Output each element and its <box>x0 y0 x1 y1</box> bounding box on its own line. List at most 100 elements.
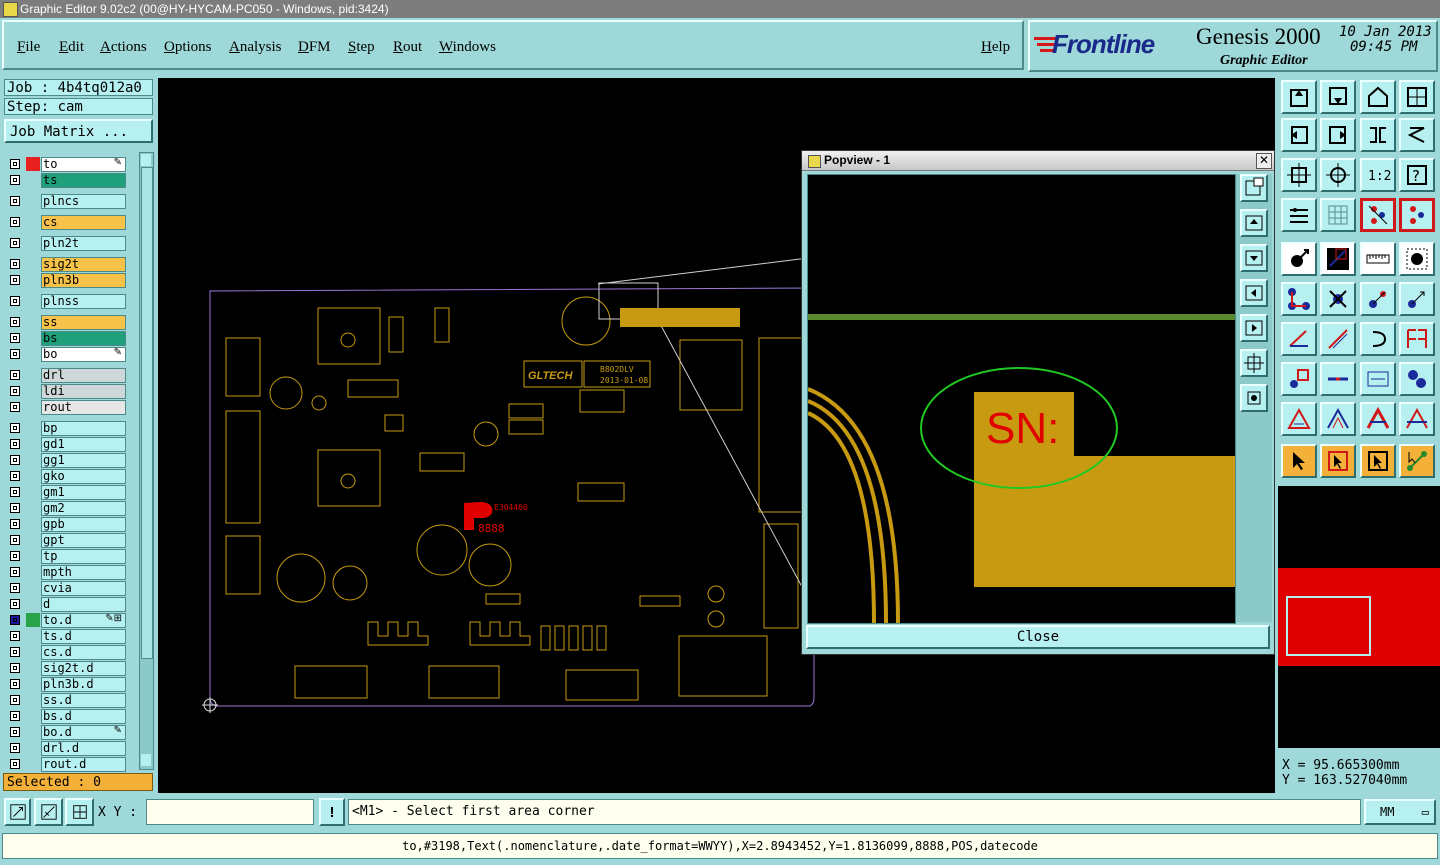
arc-icon[interactable] <box>1360 322 1396 356</box>
layer-checkbox[interactable] <box>10 159 20 169</box>
layer-row[interactable]: cs.d <box>6 645 126 660</box>
layer-color-swatch[interactable] <box>26 384 40 398</box>
layer-edit-icon[interactable]: ✎ <box>114 725 122 736</box>
layer-name[interactable]: plnss <box>41 294 126 309</box>
layer-color-swatch[interactable] <box>26 645 40 659</box>
home-up-icon[interactable] <box>1281 80 1317 114</box>
layer-name[interactable]: ts.d <box>41 629 126 644</box>
layer-color-swatch[interactable] <box>26 331 40 345</box>
layer-color-swatch[interactable] <box>26 709 40 723</box>
pan-left-icon[interactable] <box>1281 118 1317 152</box>
layer-row[interactable]: gm2 <box>6 501 126 516</box>
layer-row[interactable]: pln3b.d <box>6 677 126 692</box>
layer-row[interactable]: ldi <box>6 384 126 399</box>
layer-color-swatch[interactable] <box>26 677 40 691</box>
layer-name[interactable]: bp <box>41 421 126 436</box>
layer-edit-icon[interactable]: ✎ <box>114 347 122 358</box>
layer-row[interactable]: gg1 <box>6 453 126 468</box>
layer-checkbox[interactable] <box>10 487 20 497</box>
layer-checkbox[interactable] <box>10 551 20 561</box>
cross-icon[interactable] <box>1320 282 1356 316</box>
stretch-icon[interactable] <box>1320 362 1356 396</box>
layer-color-swatch[interactable] <box>26 517 40 531</box>
layer-checkbox[interactable] <box>10 386 20 396</box>
layer-name[interactable]: cs <box>41 215 126 230</box>
layer-name[interactable]: ss <box>41 315 126 330</box>
layer-color-swatch[interactable] <box>26 581 40 595</box>
select-pointer-icon[interactable] <box>1360 444 1396 478</box>
menu-options[interactable]: Options <box>164 39 212 56</box>
house-icon[interactable] <box>1360 80 1396 114</box>
layer-name[interactable]: ts <box>41 173 126 188</box>
triangle-2-icon[interactable] <box>1320 402 1356 436</box>
layer-checkbox[interactable] <box>10 759 20 769</box>
menu-actions[interactable]: Actions <box>100 39 147 56</box>
layer-checkbox[interactable] <box>10 317 20 327</box>
layer-name[interactable]: pln2t <box>41 236 126 251</box>
layer-row[interactable]: rout.d <box>6 757 126 772</box>
layer-row[interactable]: ts.d <box>6 629 126 644</box>
layer-color-swatch[interactable] <box>26 215 40 229</box>
layer-row[interactable]: rout <box>6 400 126 415</box>
layer-color-swatch[interactable] <box>26 400 40 414</box>
net-tool-2-icon[interactable] <box>1399 198 1435 232</box>
menu-windows[interactable]: Windows <box>439 39 496 56</box>
angle-icon[interactable] <box>1281 322 1317 356</box>
layer-checkbox[interactable] <box>10 455 20 465</box>
layer-name[interactable]: cs.d <box>41 645 126 660</box>
layer-name[interactable]: gm2 <box>41 501 126 516</box>
group-icon[interactable] <box>1399 362 1435 396</box>
resize-icon[interactable] <box>1360 362 1396 396</box>
layer-color-swatch[interactable] <box>26 661 40 675</box>
layer-checkbox[interactable] <box>10 679 20 689</box>
pv-pan-right-icon[interactable] <box>1240 314 1268 342</box>
layer-name[interactable]: rout.d <box>41 757 126 772</box>
menu-file[interactable]: File <box>17 39 40 56</box>
layer-color-swatch[interactable] <box>26 294 40 308</box>
layer-color-swatch[interactable] <box>26 437 40 451</box>
select-area-icon[interactable] <box>1399 242 1435 276</box>
popview-zoom-view[interactable]: SN: <box>807 175 1235 624</box>
layer-color-swatch[interactable] <box>26 693 40 707</box>
layer-checkbox[interactable] <box>10 423 20 433</box>
layer-checkbox[interactable] <box>10 711 20 721</box>
add-line-icon[interactable] <box>1320 242 1356 276</box>
pv-fit-icon[interactable] <box>1240 349 1268 377</box>
layer-color-swatch[interactable] <box>26 257 40 271</box>
connect-icon[interactable] <box>1281 282 1317 316</box>
layer-checkbox[interactable] <box>10 743 20 753</box>
layer-checkbox[interactable] <box>10 333 20 343</box>
layer-row[interactable]: bp <box>6 421 126 436</box>
layer-name[interactable]: bs.d <box>41 709 126 724</box>
layer-row[interactable]: plnss <box>6 294 126 309</box>
layer-name[interactable]: ldi <box>41 384 126 399</box>
layer-name[interactable]: pln3b.d <box>41 677 126 692</box>
layer-checkbox[interactable] <box>10 217 20 227</box>
layer-checkbox[interactable] <box>10 370 20 380</box>
layer-row[interactable]: sig2t.d <box>6 661 126 676</box>
overview-map[interactable] <box>1278 486 1440 748</box>
layer-name[interactable]: gg1 <box>41 453 126 468</box>
layer-row[interactable]: gpb <box>6 517 126 532</box>
menu-step[interactable]: Step <box>348 39 375 56</box>
layer-row[interactable]: gd1 <box>6 437 126 452</box>
grid-icon[interactable] <box>1320 198 1356 232</box>
triangle-3-icon[interactable] <box>1360 402 1396 436</box>
add-pad-icon[interactable] <box>1281 242 1317 276</box>
popview-canvas[interactable]: SN: <box>807 174 1236 624</box>
triangle-4-icon[interactable] <box>1399 402 1435 436</box>
layer-color-swatch[interactable] <box>26 173 40 187</box>
layer-row[interactable]: to.d ✎⊞ <box>6 613 126 628</box>
scroll-thumb[interactable] <box>141 167 153 659</box>
layer-row[interactable]: ss.d <box>6 693 126 708</box>
layer-row[interactable]: tp <box>6 549 126 564</box>
layer-color-swatch[interactable] <box>26 501 40 515</box>
layer-checkbox[interactable] <box>10 583 20 593</box>
zoom-fit-icon[interactable] <box>1281 158 1317 192</box>
layer-checkbox[interactable] <box>10 296 20 306</box>
layer-row[interactable]: gpt <box>6 533 126 548</box>
ruler-icon[interactable] <box>1360 242 1396 276</box>
layer-color-swatch[interactable] <box>26 421 40 435</box>
layer-color-swatch[interactable] <box>26 549 40 563</box>
layer-color-swatch[interactable] <box>26 469 40 483</box>
